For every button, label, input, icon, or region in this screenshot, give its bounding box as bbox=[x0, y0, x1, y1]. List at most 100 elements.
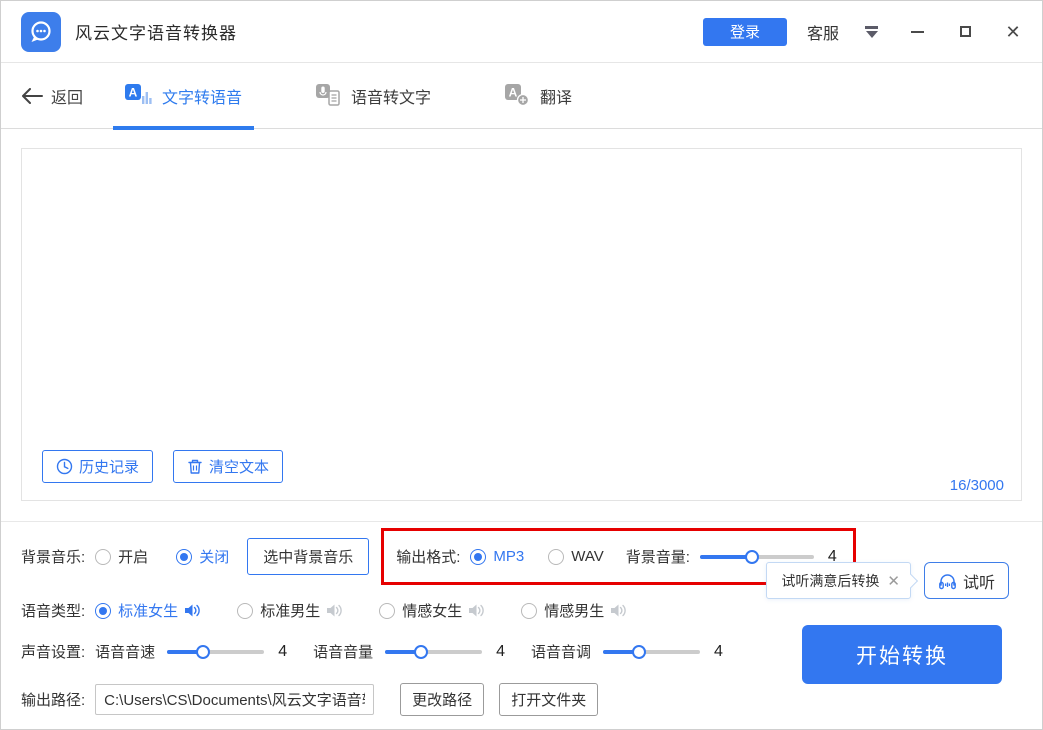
active-tab-underline bbox=[113, 126, 254, 130]
start-convert-button[interactable]: 开始转换 bbox=[802, 625, 1002, 684]
tab-label: 翻译 bbox=[540, 84, 572, 108]
close-icon: ✕ bbox=[1005, 23, 1020, 41]
open-folder-button[interactable]: 打开文件夹 bbox=[499, 683, 598, 716]
speaker-icon[interactable] bbox=[326, 603, 343, 618]
speech-volume-label: 语音音量 bbox=[313, 641, 373, 662]
support-link[interactable]: 客服 bbox=[807, 20, 839, 44]
format-mp3-radio[interactable]: MP3 bbox=[470, 548, 524, 565]
svg-text:A: A bbox=[509, 86, 518, 100]
preview-tooltip-text: 试听满意后转换 bbox=[781, 571, 879, 591]
app-window: 风云文字语音转换器 登录 客服 ✕ 返回 A 文字转语音 bbox=[0, 0, 1043, 730]
clear-text-button[interactable]: 清空文本 bbox=[173, 450, 283, 483]
format-wav-label: WAV bbox=[571, 548, 604, 565]
close-button[interactable]: ✕ bbox=[1004, 23, 1022, 41]
speech-pitch-value: 4 bbox=[714, 643, 723, 661]
maximize-button[interactable] bbox=[956, 23, 974, 41]
select-bg-music-button[interactable]: 选中背景音乐 bbox=[247, 538, 369, 575]
bg-music-on-label: 开启 bbox=[118, 546, 148, 567]
preview-area: 试听满意后转换 ✕ 试听 bbox=[766, 562, 1009, 599]
output-format-label: 输出格式: bbox=[396, 546, 460, 567]
headphones-icon bbox=[938, 572, 957, 590]
tab-text-to-speech[interactable]: A 文字转语音 bbox=[113, 63, 254, 129]
sound-settings-label: 声音设置: bbox=[21, 641, 85, 662]
speech-to-text-icon bbox=[316, 84, 341, 107]
output-path-label: 输出路径: bbox=[21, 689, 85, 710]
speech-pitch-label: 语音音调 bbox=[531, 641, 591, 662]
listen-button-label: 试听 bbox=[963, 569, 995, 593]
voice-emotional-male-radio[interactable]: 情感男生 bbox=[521, 600, 604, 621]
speech-speed-label: 语音音速 bbox=[95, 641, 155, 662]
voice-standard-female-radio[interactable]: 标准女生 bbox=[95, 600, 178, 621]
listen-button[interactable]: 试听 bbox=[924, 562, 1009, 599]
output-path-row: 输出路径: 更改路径 打开文件夹 bbox=[21, 683, 598, 716]
speech-volume-value: 4 bbox=[496, 643, 505, 661]
collapse-menu-icon[interactable] bbox=[865, 26, 878, 38]
titlebar: 风云文字语音转换器 登录 客服 ✕ bbox=[1, 1, 1042, 63]
minimize-icon bbox=[911, 31, 924, 33]
minimize-button[interactable] bbox=[908, 23, 926, 41]
output-path-input[interactable] bbox=[95, 684, 374, 715]
radio-circle-icon bbox=[95, 549, 111, 565]
format-mp3-label: MP3 bbox=[493, 548, 524, 565]
bg-music-row: 背景音乐: 开启 关闭 选中背景音乐 输出格式: MP3 WAV bbox=[21, 528, 856, 585]
tab-label: 语音转文字 bbox=[351, 84, 431, 108]
speech-volume-slider[interactable] bbox=[385, 644, 482, 660]
tab-translate[interactable]: A 翻译 bbox=[493, 63, 584, 129]
char-counter: 16/3000 bbox=[950, 477, 1004, 494]
slider-thumb[interactable] bbox=[196, 645, 210, 659]
voice-option-label: 标准女生 bbox=[118, 600, 178, 621]
radio-circle-icon bbox=[470, 549, 486, 565]
slider-thumb[interactable] bbox=[745, 550, 759, 564]
tab-speech-to-text[interactable]: 语音转文字 bbox=[304, 63, 443, 129]
sound-settings-row: 声音设置: 语音音速 4 语音音量 4 语音音调 4 bbox=[21, 641, 723, 662]
speaker-icon[interactable] bbox=[184, 603, 201, 618]
translate-icon: A bbox=[505, 84, 530, 107]
app-logo-icon bbox=[21, 12, 61, 52]
voice-option-label: 情感男生 bbox=[544, 600, 604, 621]
format-wav-radio[interactable]: WAV bbox=[548, 548, 604, 565]
slider-thumb[interactable] bbox=[414, 645, 428, 659]
tooltip-close-icon[interactable]: ✕ bbox=[887, 572, 900, 590]
voice-option-label: 标准男生 bbox=[260, 600, 320, 621]
voice-standard-male-radio[interactable]: 标准男生 bbox=[237, 600, 320, 621]
speaker-icon[interactable] bbox=[468, 603, 485, 618]
preview-tooltip: 试听满意后转换 ✕ bbox=[766, 562, 911, 599]
radio-circle-icon bbox=[521, 603, 537, 619]
change-path-button[interactable]: 更改路径 bbox=[400, 683, 484, 716]
back-label: 返回 bbox=[51, 84, 83, 108]
titlebar-controls: 登录 客服 ✕ bbox=[703, 18, 1022, 46]
maximize-icon bbox=[960, 26, 971, 37]
login-button[interactable]: 登录 bbox=[703, 18, 787, 46]
voice-type-row: 语音类型: 标准女生 标准男生 情感女生 bbox=[21, 600, 627, 621]
editor-buttons: 历史记录 清空文本 bbox=[42, 450, 283, 483]
clock-icon bbox=[56, 458, 73, 475]
radio-circle-icon bbox=[237, 603, 253, 619]
tooltip-arrow bbox=[904, 574, 918, 588]
history-button-label: 历史记录 bbox=[79, 456, 139, 477]
tab-label: 文字转语音 bbox=[162, 84, 242, 108]
slider-thumb[interactable] bbox=[632, 645, 646, 659]
radio-circle-icon bbox=[548, 549, 564, 565]
text-editor-area[interactable]: 历史记录 清空文本 16/3000 bbox=[21, 148, 1022, 501]
voice-emotional-female-radio[interactable]: 情感女生 bbox=[379, 600, 462, 621]
tabbar: 返回 A 文字转语音 语音转文字 bbox=[1, 63, 1042, 129]
clear-text-button-label: 清空文本 bbox=[209, 456, 269, 477]
radio-circle-icon bbox=[95, 603, 111, 619]
back-arrow-icon bbox=[21, 88, 43, 104]
radio-circle-icon bbox=[379, 603, 395, 619]
voice-option-label: 情感女生 bbox=[402, 600, 462, 621]
back-button[interactable]: 返回 bbox=[21, 84, 113, 108]
speaker-icon[interactable] bbox=[610, 603, 627, 618]
history-button[interactable]: 历史记录 bbox=[42, 450, 153, 483]
trash-icon bbox=[187, 458, 203, 475]
speech-speed-slider[interactable] bbox=[167, 644, 264, 660]
settings-panel: 背景音乐: 开启 关闭 选中背景音乐 输出格式: MP3 WAV bbox=[1, 522, 1042, 730]
bg-music-label: 背景音乐: bbox=[21, 546, 85, 567]
speech-speed-value: 4 bbox=[278, 643, 287, 661]
bg-music-off-radio[interactable]: 关闭 bbox=[176, 546, 229, 567]
bg-volume-label: 背景音量: bbox=[626, 546, 690, 567]
speech-pitch-slider[interactable] bbox=[603, 644, 700, 660]
bg-music-on-radio[interactable]: 开启 bbox=[95, 546, 148, 567]
app-title: 风云文字语音转换器 bbox=[75, 19, 237, 44]
radio-circle-icon bbox=[176, 549, 192, 565]
